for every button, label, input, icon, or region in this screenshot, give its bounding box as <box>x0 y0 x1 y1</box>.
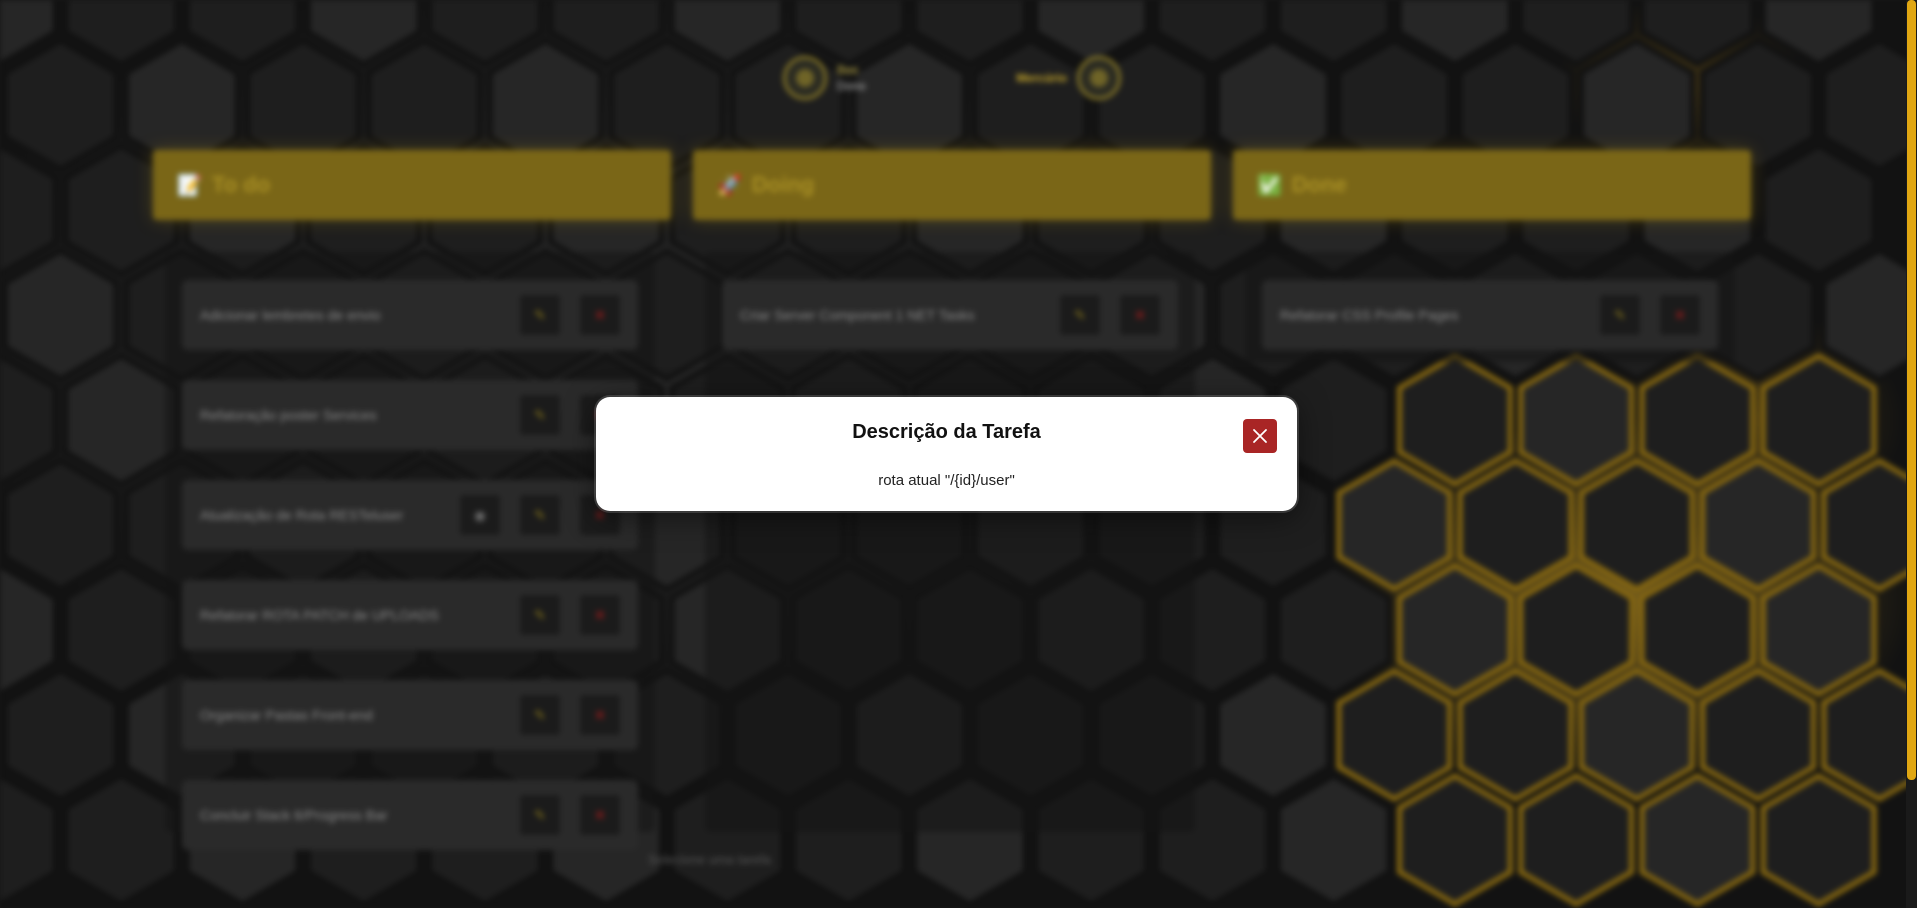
column-title: Doing <box>751 172 815 197</box>
honeycomb-cell <box>1215 668 1331 802</box>
honeycomb-cell <box>1700 668 1816 802</box>
honeycomb-cell <box>1639 773 1756 907</box>
honeycomb-cell <box>0 563 58 697</box>
honeycomb-cell <box>2 668 119 802</box>
trash-icon[interactable]: ✖ <box>580 295 620 335</box>
column-doing: Criar Server Component 1 NET Tasks ✎ ✖ <box>705 252 1195 832</box>
honeycomb-cell <box>1397 563 1513 697</box>
honeycomb-cell <box>1760 143 1877 277</box>
task-title: Refatorar CSS Profile Pages <box>1280 307 1459 323</box>
modal-title: Descrição da Tarefa <box>852 421 1041 443</box>
task-card[interactable]: Refatoração poster Services ✎ ✖ <box>182 380 638 450</box>
column-header-todo: 📝 To do <box>153 150 671 220</box>
honeycomb-cell <box>1336 668 1453 802</box>
honeycomb-cell <box>1700 458 1816 592</box>
task-title: Refatorar ROTA PATCH de UPLOADS <box>200 607 439 623</box>
user-role: Dono <box>837 79 866 93</box>
task-card[interactable]: Organizar Pastas Front-end ✎ ✖ <box>182 680 638 750</box>
todo-icon: 📝 <box>177 174 202 197</box>
column-todo: Adicionar lembretes de envio ✎ ✖ Refator… <box>165 252 655 850</box>
honeycomb-cell <box>1457 458 1574 592</box>
honeycomb-cell <box>63 563 180 697</box>
honeycomb-cell <box>1760 563 1877 697</box>
edit-icon[interactable]: ✎ <box>520 595 560 635</box>
honeycomb-cell <box>1336 458 1453 592</box>
task-card[interactable]: Criar Server Component 1 NET Tasks ✎ ✖ <box>722 280 1178 350</box>
user-meta: Bee Dono <box>837 62 1016 94</box>
edit-icon[interactable]: ✎ <box>1600 295 1640 335</box>
close-button[interactable] <box>1243 419 1277 453</box>
edit-icon[interactable]: ✎ <box>520 795 560 835</box>
user-header: Bee Dono Mercúrio <box>783 50 1121 106</box>
honeycomb-cell <box>1578 458 1695 592</box>
task-title: Criar Server Component 1 NET Tasks <box>740 307 975 323</box>
task-card[interactable]: Refatorar ROTA PATCH de UPLOADS ✎ ✖ <box>182 580 638 650</box>
trash-icon[interactable]: ✖ <box>580 695 620 735</box>
task-title: Atualização de Rota RESTeluser <box>200 507 404 523</box>
edit-icon[interactable]: ✎ <box>520 695 560 735</box>
trash-icon[interactable]: ✖ <box>580 795 620 835</box>
task-description-modal: Descrição da Tarefa rota atual "/{id}/us… <box>596 397 1297 511</box>
column-header-doing: 🚀 Doing <box>693 150 1211 220</box>
column-title: Done <box>1291 172 1347 197</box>
close-icon <box>1253 429 1267 443</box>
edit-icon[interactable]: ✎ <box>520 395 560 435</box>
honeycomb-cell <box>1275 563 1392 697</box>
honeycomb-cell <box>1518 773 1635 907</box>
edit-icon[interactable]: ✎ <box>520 495 560 535</box>
honeycomb-cell <box>1639 563 1756 697</box>
honeycomb-cell <box>0 353 58 487</box>
task-title: Concluir Stack 6/Progress Bar <box>200 807 388 823</box>
honeycomb-cell <box>1821 458 1917 592</box>
trash-icon[interactable]: ✖ <box>1660 295 1700 335</box>
honeycomb-cell <box>1457 668 1574 802</box>
honeycomb-cell <box>63 353 180 487</box>
column-title: To do <box>211 172 271 197</box>
honeycomb-cell <box>1760 353 1877 487</box>
task-title: Adicionar lembretes de envio <box>200 307 381 323</box>
page-scrollbar[interactable] <box>1906 0 1917 908</box>
honeycomb-cell <box>1578 668 1695 802</box>
honeycomb-cell <box>2 248 119 382</box>
modal-description: rota atual "/{id}/user" <box>878 472 1015 489</box>
honeycomb-cell <box>2 38 119 172</box>
honeycomb-cell <box>1518 563 1635 697</box>
user-avatar[interactable] <box>783 56 827 100</box>
level-label: Mercúrio <box>1016 71 1067 85</box>
task-title: Refatoração poster Services <box>200 407 377 423</box>
scrollbar-thumb[interactable] <box>1907 0 1916 780</box>
honeycomb-cell <box>1639 353 1756 487</box>
edit-icon[interactable]: ✎ <box>520 295 560 335</box>
trash-icon[interactable]: ✖ <box>580 595 620 635</box>
honeycomb-cell <box>1821 668 1917 802</box>
honeycomb-cell <box>0 143 58 277</box>
edit-icon[interactable]: ✎ <box>1060 295 1100 335</box>
honeycomb-cell <box>1821 248 1917 382</box>
honeycomb-cell <box>1275 773 1392 907</box>
honeycomb-cell <box>63 773 180 907</box>
eye-icon[interactable]: ◉ <box>460 495 500 535</box>
user-name: Bee <box>837 63 859 77</box>
honeycomb-cell <box>1397 773 1513 907</box>
column-done: Refatorar CSS Profile Pages ✎ ✖ <box>1245 252 1735 362</box>
column-header-done: ✅ Done <box>1233 150 1751 220</box>
task-card[interactable]: Concluir Stack 6/Progress Bar ✎ ✖ <box>182 780 638 850</box>
honeycomb-cell <box>0 773 58 907</box>
task-card[interactable]: Adicionar lembretes de envio ✎ ✖ <box>182 280 638 350</box>
honeycomb-cell <box>1518 353 1635 487</box>
honeycomb-cell <box>2 458 119 592</box>
trash-icon[interactable]: ✖ <box>1120 295 1160 335</box>
task-title: Organizar Pastas Front-end <box>200 707 373 723</box>
rocket-icon: 🚀 <box>717 174 742 197</box>
footer-hint: Selecione uma tarefa <box>648 852 771 867</box>
honeycomb-cell <box>1397 353 1513 487</box>
task-card[interactable]: Atualização de Rota RESTeluser ◉ ✎ ✖ <box>182 480 638 550</box>
honeycomb-cell <box>1821 38 1917 172</box>
honeycomb-cell <box>1760 773 1877 907</box>
level-avatar <box>1077 56 1121 100</box>
check-icon: ✅ <box>1257 174 1282 197</box>
task-card[interactable]: Refatorar CSS Profile Pages ✎ ✖ <box>1262 280 1718 350</box>
